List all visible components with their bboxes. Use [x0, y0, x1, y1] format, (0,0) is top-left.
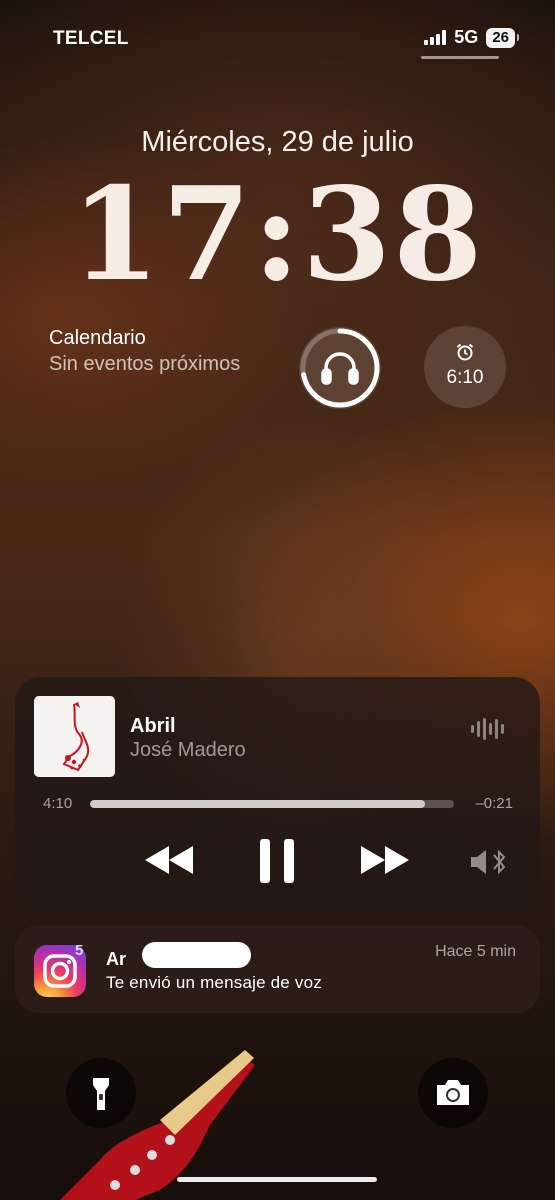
album-art-image [34, 696, 115, 777]
calendar-widget-subtitle[interactable]: Sin eventos próximos [49, 353, 240, 376]
signal-icon [424, 30, 447, 45]
notification-sender: Ar [106, 949, 127, 969]
lock-date: Miércoles, 29 de julio [141, 126, 414, 158]
song-artist: José Madero [130, 739, 246, 761]
lock-time: 17:38 [70, 160, 485, 310]
headphone-battery-widget[interactable] [298, 326, 382, 410]
status-indicators: 5G 26 [424, 27, 519, 48]
remaining-time: –0:21 [475, 795, 513, 812]
alarm-time: 6:10 [446, 367, 484, 388]
pause-icon[interactable] [257, 837, 297, 885]
now-playing-widget[interactable]: Abril José Madero 4:10 –0:21 [15, 677, 540, 912]
control-center-indicator[interactable] [421, 56, 499, 59]
notification-count-badge: 5 [75, 942, 84, 959]
audio-waveform-icon[interactable] [471, 717, 504, 741]
speaker-bluetooth-icon[interactable] [469, 847, 511, 877]
notification-message: Te envió un mensaje de voz [106, 973, 322, 992]
camera-icon [437, 1080, 469, 1105]
calendar-widget-title[interactable]: Calendario [49, 327, 146, 350]
network-type: 5G [454, 27, 479, 47]
album-art[interactable] [34, 696, 115, 777]
carrier-label: TELCEL [53, 28, 129, 49]
fast-forward-icon[interactable] [357, 840, 411, 880]
flashlight-button[interactable] [66, 1058, 136, 1128]
alarm-widget[interactable]: 6:10 [424, 326, 506, 408]
notification-time: Hace 5 min [435, 943, 516, 960]
alarm-icon [456, 343, 474, 361]
elapsed-time: 4:10 [43, 795, 73, 812]
rewind-icon[interactable] [143, 840, 197, 880]
redaction-mark [142, 942, 251, 968]
flashlight-icon [93, 1078, 109, 1110]
camera-button[interactable] [418, 1058, 488, 1128]
progress-bar[interactable] [90, 800, 454, 808]
song-title: Abril [130, 715, 176, 737]
instagram-notification[interactable]: 5 Ar Hace 5 min Te envió un mensaje de v… [15, 925, 540, 1013]
home-indicator[interactable] [177, 1177, 377, 1182]
battery-indicator: 26 [486, 27, 519, 48]
progress-bar-fill [90, 800, 425, 808]
